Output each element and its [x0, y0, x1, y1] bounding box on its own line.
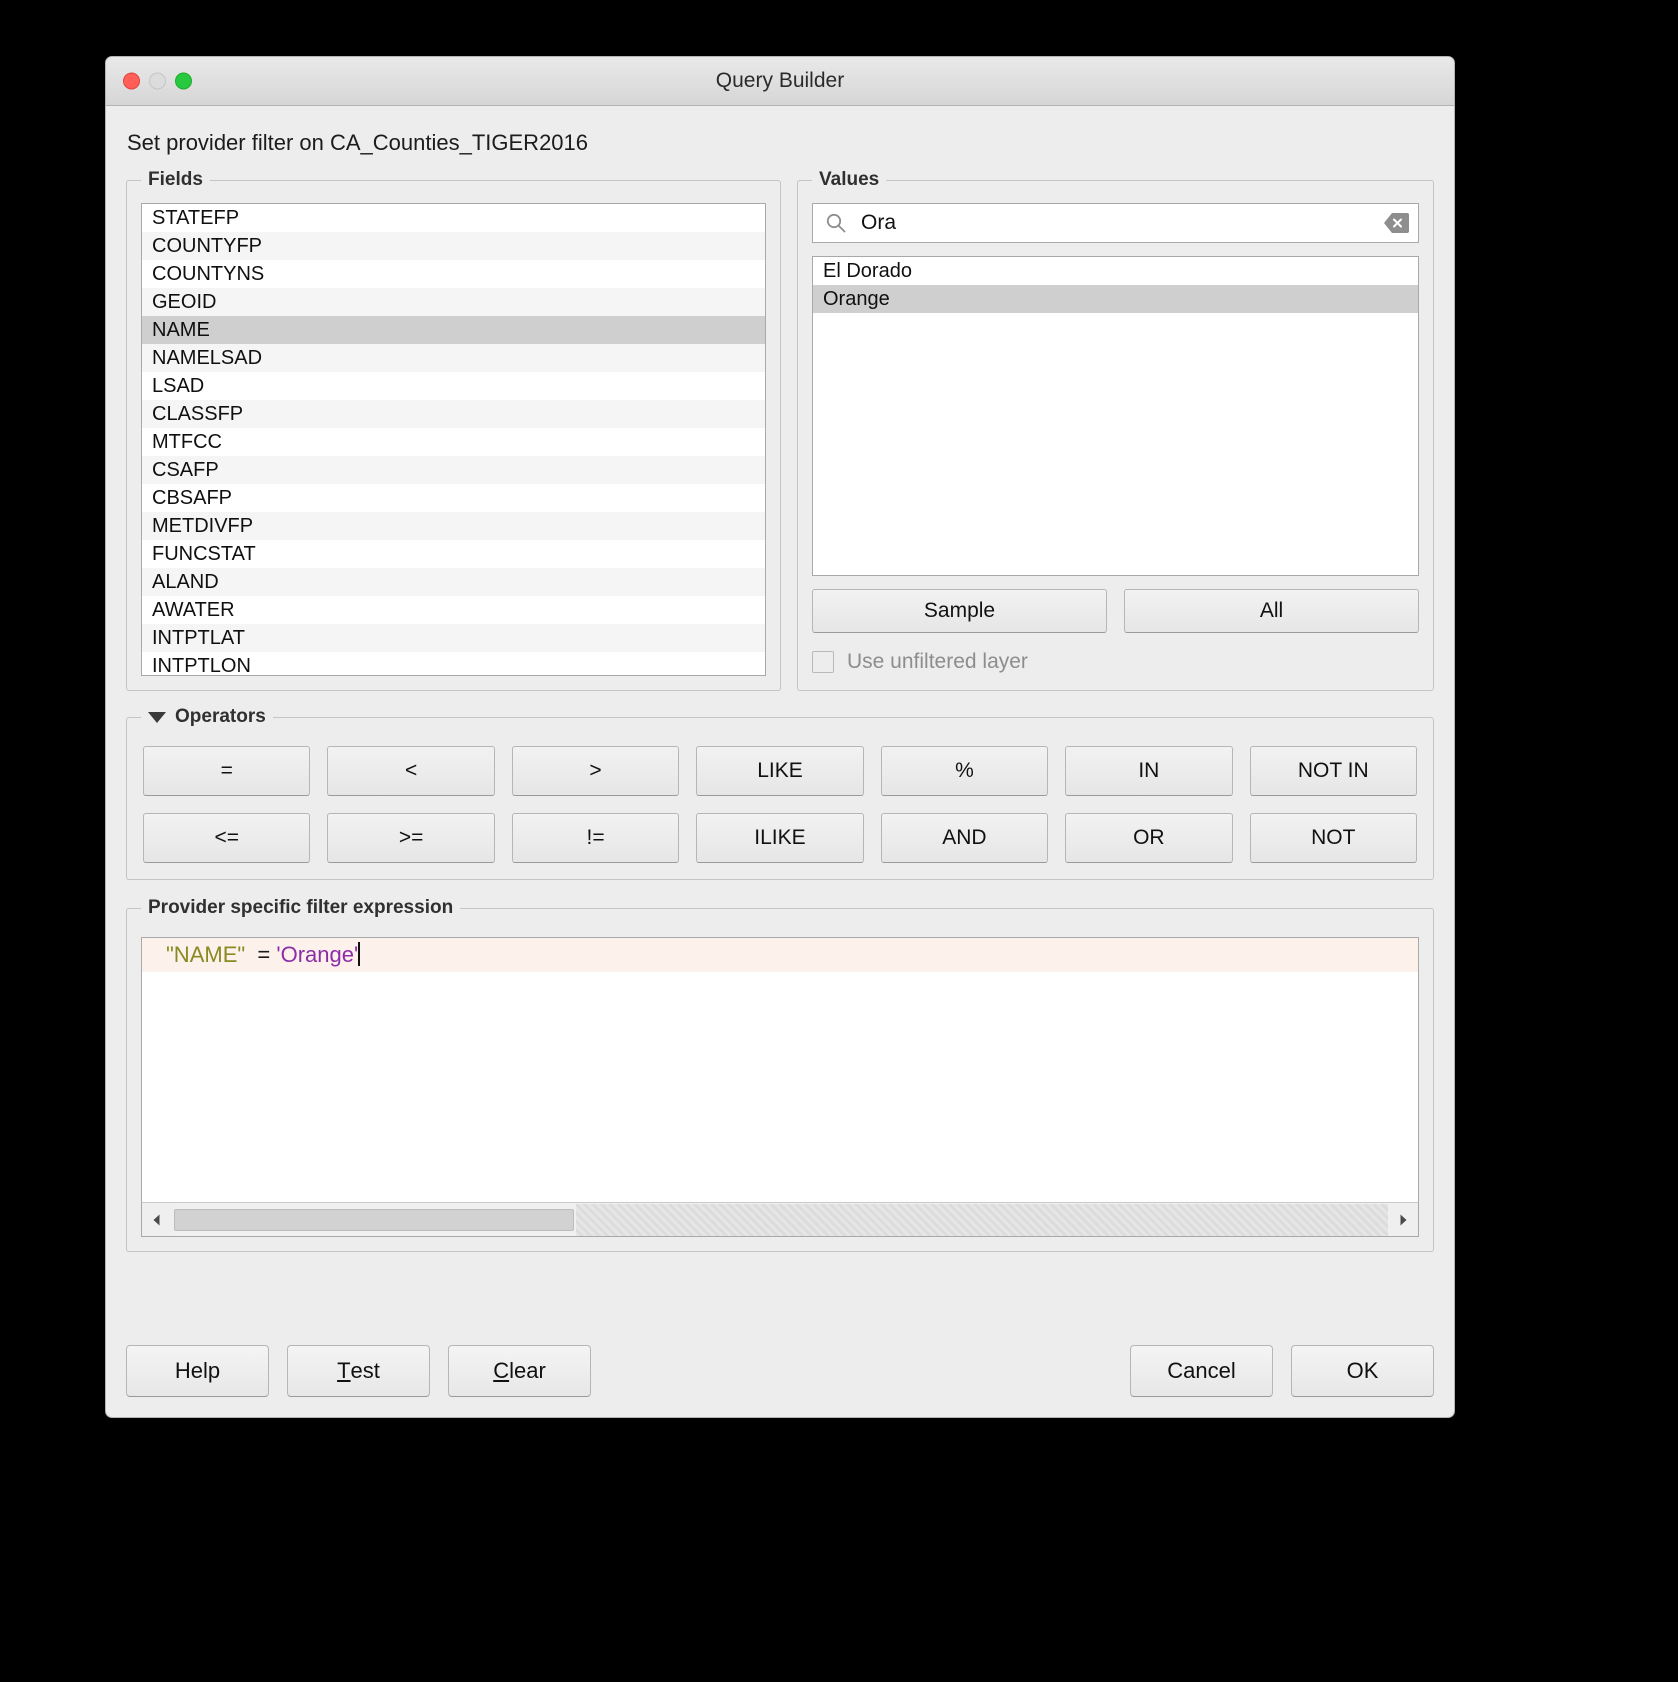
triangle-down-icon[interactable]: [148, 711, 166, 723]
operator-buttons: = < > LIKE% IN NOT IN <= >= != ILIKE AND OR NOT: [141, 740, 1419, 865]
values-legend: Values: [812, 169, 887, 191]
field-list-item[interactable]: COUNTYFP: [142, 232, 765, 260]
text-caret: [358, 942, 361, 966]
maximize-button[interactable]: [175, 72, 192, 90]
dialog-content: Set provider filter on CA_Counties_TIGER…: [106, 106, 1454, 1417]
minimize-button[interactable]: [149, 72, 166, 90]
clear-button-mnemonic: C: [493, 1358, 510, 1383]
expression-field-token: "NAME": [166, 942, 246, 967]
field-list-item[interactable]: ALAND: [142, 568, 765, 596]
operator-button-[interactable]: !=: [511, 813, 680, 863]
fields-group: Fields STATEFP COUNTYFP COUNTYNS GEOID NAME N…: [126, 169, 781, 691]
field-list-item[interactable]: INTPTLON: [142, 652, 765, 675]
field-list-item[interactable]: CSAFP: [142, 456, 765, 484]
field-list-item[interactable]: MTFCC: [142, 428, 765, 456]
use-unfiltered-layer-row[interactable]: Use unfiltered layer: [812, 650, 1419, 674]
operator-button-or[interactable]: OR: [1065, 813, 1233, 863]
ok-button[interactable]: OK: [1291, 1345, 1434, 1397]
use-unfiltered-layer-checkbox[interactable]: [812, 651, 834, 673]
expression-text-area[interactable]: "NAME" = 'Orange': [142, 938, 1418, 1202]
operators-legend: Operators: [141, 706, 273, 728]
cancel-button[interactable]: Cancel: [1130, 1345, 1273, 1397]
clear-icon[interactable]: [1383, 212, 1410, 234]
chevron-left-icon[interactable]: [142, 1203, 172, 1236]
expression-group: Provider specific filter expression "NAM…: [126, 897, 1434, 1252]
expression-string-token: 'Orange': [276, 942, 359, 967]
title-bar: Query Builder: [106, 57, 1454, 106]
expression-current-line: "NAME" = 'Orange': [142, 938, 1418, 972]
close-button[interactable]: [123, 72, 140, 90]
field-list-item[interactable]: INTPTLAT: [142, 624, 765, 652]
expression-legend: Provider specific filter expression: [141, 897, 461, 919]
operator-button-not-in[interactable]: NOT IN: [1249, 746, 1417, 796]
test-button-mnemonic: T: [337, 1358, 351, 1383]
sample-button[interactable]: Sample: [812, 589, 1107, 633]
values-buttons: Sample All: [812, 589, 1419, 633]
operator-button-[interactable]: <=: [143, 813, 311, 863]
value-list-item[interactable]: Orange: [813, 285, 1418, 313]
search-icon: [825, 212, 847, 234]
chevron-right-icon[interactable]: [1388, 1203, 1418, 1236]
all-button[interactable]: All: [1124, 589, 1419, 633]
operator-button-like[interactable]: LIKE: [696, 746, 864, 796]
value-list-item[interactable]: El Dorado: [813, 257, 1418, 285]
footer-buttons: Help Test Clear Cancel OK: [126, 1331, 1434, 1417]
values-list[interactable]: El Dorado Orange: [812, 256, 1419, 576]
help-button[interactable]: Help: [126, 1345, 269, 1397]
operator-button-[interactable]: >: [511, 746, 680, 796]
field-list-item[interactable]: AWATER: [142, 596, 765, 624]
operator-button-ilike[interactable]: ILIKE: [696, 813, 864, 863]
values-search-input[interactable]: [859, 210, 1371, 236]
operator-button-not[interactable]: NOT: [1249, 813, 1417, 863]
fields-list[interactable]: STATEFP COUNTYFP COUNTYNS GEOID NAME NAMELSAD…: [141, 203, 766, 676]
field-list-item[interactable]: CLASSFP: [142, 400, 765, 428]
operator-button-and[interactable]: AND: [880, 813, 1049, 863]
top-section: Fields STATEFP COUNTYFP COUNTYNS GEOID NAME N…: [126, 169, 1434, 691]
window-title: Query Builder: [715, 69, 845, 92]
operators-group: Operators = < > LIKE% IN NOT IN <= >= != ILIKE AND…: [126, 706, 1434, 880]
scrollbar-thumb[interactable]: [174, 1208, 574, 1231]
query-builder-window: Query Builder Set provider filter on CA_…: [105, 56, 1455, 1418]
window-controls: [123, 72, 192, 90]
field-list-item[interactable]: STATEFP: [142, 204, 765, 232]
field-list-item[interactable]: FUNCSTAT: [142, 540, 765, 568]
expression-operator-token: =: [245, 942, 277, 967]
field-list-item[interactable]: NAME: [142, 316, 765, 344]
test-button[interactable]: Test: [287, 1345, 430, 1397]
field-list-item[interactable]: METDIVFP: [142, 512, 765, 540]
values-group: Values Ora El Dorado Orange Sample All U…: [797, 169, 1434, 691]
operator-button-[interactable]: =: [143, 746, 311, 796]
provider-filter-subtitle: Set provider filter on CA_Counties_TIGER…: [127, 130, 589, 155]
field-list-item[interactable]: LSAD: [142, 372, 765, 400]
clear-button[interactable]: Clear: [448, 1345, 591, 1397]
field-list-item[interactable]: CBSAFP: [142, 484, 765, 512]
expression-horizontal-scrollbar[interactable]: [142, 1202, 1418, 1236]
values-search-box[interactable]: [812, 203, 1419, 243]
operators-legend-label: Operators: [175, 706, 266, 727]
use-unfiltered-layer-label: Use unfiltered layer: [847, 650, 1028, 673]
clear-button-label: lear: [509, 1358, 546, 1383]
field-list-item[interactable]: NAMELSAD: [142, 344, 765, 372]
test-button-label: est: [350, 1358, 380, 1383]
operator-button-[interactable]: >=: [327, 813, 495, 863]
fields-legend: Fields: [141, 169, 210, 191]
operator-button-in[interactable]: IN: [1065, 746, 1233, 796]
scrollbar-trough[interactable]: [576, 1203, 1388, 1236]
operator-button-[interactable]: <: [327, 746, 495, 796]
field-list-item[interactable]: COUNTYNS: [142, 260, 765, 288]
expression-editor[interactable]: "NAME" = 'Orange': [141, 937, 1419, 1237]
operator-button-[interactable]: %: [880, 746, 1049, 796]
field-list-item[interactable]: GEOID: [142, 288, 765, 316]
